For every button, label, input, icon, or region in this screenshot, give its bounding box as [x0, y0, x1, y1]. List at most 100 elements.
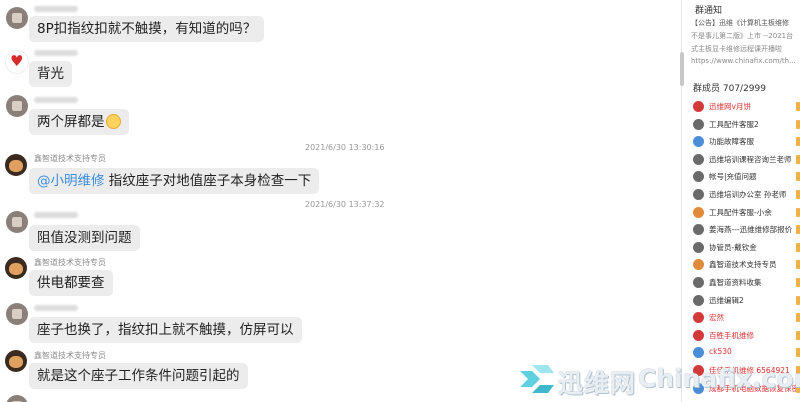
chat-panel: 8P扣指纹扣就不触摸，有知道的吗？ 背光 两个屏都是 2021/6/30 13:…	[0, 0, 680, 402]
member-role-badge	[796, 102, 800, 111]
member-avatar	[693, 206, 704, 218]
group-sidebar: 群通知 【公告】迅维《计算机主板维修 不是事儿第二版》上市 --2021台 式主…	[685, 0, 800, 402]
member-avatar	[693, 171, 704, 183]
member-item[interactable]: 迅维培训课程咨询兰老师	[693, 152, 800, 168]
avatar[interactable]	[6, 95, 28, 117]
member-name: 工具配件客服2	[709, 119, 759, 129]
member-avatar	[693, 153, 704, 165]
message-text: 8P扣指纹扣就不触摸，有知道的吗？	[37, 21, 257, 37]
avatar[interactable]	[5, 350, 27, 372]
message-bubble[interactable]: 背光	[29, 61, 72, 87]
member-item[interactable]: 宏然	[693, 310, 800, 326]
member-item[interactable]: 工具配件客服2	[693, 117, 800, 133]
sender-name-hidden	[34, 305, 78, 311]
member-role-badge	[796, 119, 800, 129]
member-role-badge	[796, 295, 800, 305]
member-item[interactable]: 功能故障客服	[693, 134, 800, 150]
avatar[interactable]	[6, 303, 28, 325]
notice-line: 式主板显卡维修远程课开播啦	[691, 45, 782, 53]
mention-link[interactable]: @小明维修	[37, 173, 105, 189]
member-role-badge	[796, 137, 800, 147]
sender-name-hidden	[34, 50, 78, 56]
sender-name-hidden	[34, 6, 78, 12]
message-bubble[interactable]: 8P扣指纹扣就不触摸，有知道的吗？	[29, 16, 265, 42]
notice-link[interactable]: https://www.chinafix.com/th...	[691, 57, 796, 65]
message-text: 供电都要查	[37, 275, 105, 291]
avatar[interactable]	[6, 211, 28, 233]
member-role-badge	[796, 278, 800, 287]
member-avatar	[693, 294, 704, 306]
member-item[interactable]: 帐号|充值问题	[693, 169, 800, 185]
member-name: 迅维编辑2	[709, 295, 744, 305]
smile-emoji-icon	[105, 114, 121, 129]
avatar[interactable]	[5, 50, 29, 74]
scrollbar-thumb[interactable]	[680, 52, 684, 86]
member-avatar	[693, 241, 704, 253]
member-role-badge	[796, 348, 800, 358]
sender-name-hidden	[34, 212, 78, 218]
chinafix-logo-icon	[520, 365, 554, 393]
member-avatar	[693, 189, 704, 200]
notice-line: 不是事儿第二版》上市 --2021台	[691, 32, 794, 40]
member-name: 姜海燕---迅维维修部报价	[709, 225, 793, 235]
watermark: 迅维网 Chinafix.com	[518, 360, 800, 400]
avatar[interactable]	[5, 154, 27, 176]
member-avatar	[693, 101, 704, 112]
member-item[interactable]: 鑫智道技术支持专员	[693, 257, 800, 273]
watermark-text-en: Chinafix.com	[638, 364, 800, 393]
member-name: 迅维培训办公室 孙老师	[709, 190, 787, 199]
message-bubble[interactable]: 就是这个座子工作条件问题引起的	[29, 363, 248, 389]
member-item[interactable]: 迅维编辑2	[693, 293, 800, 309]
member-name: 功能故障客服	[709, 137, 754, 147]
member-item[interactable]: 迅维培训办公室 孙老师	[693, 187, 800, 203]
member-name: 帐号|充值问题	[709, 172, 757, 182]
member-name: 宏然	[709, 313, 724, 323]
sender-name-hidden	[34, 97, 78, 103]
member-avatar	[693, 277, 704, 288]
timestamp: 2021/6/30 13:37:32	[305, 200, 385, 209]
sender-name: 鑫智道技术支持专员	[34, 154, 106, 163]
member-item[interactable]: ck530	[693, 345, 800, 361]
message-bubble[interactable]: 两个屏都是	[29, 109, 129, 135]
sender-name: 鑫智道技术支持专员	[34, 258, 106, 267]
message-text: 就是这个座子工作条件问题引起的	[37, 368, 240, 384]
member-role-badge	[796, 154, 800, 164]
message-text: 指纹座子对地值座子本身检查一下	[104, 173, 312, 189]
member-item[interactable]: 工具配件客服-小余	[693, 205, 800, 221]
member-count-header: 群成员 707/2999	[693, 84, 766, 94]
member-item[interactable]: 协管员-戴钦金	[693, 240, 800, 256]
member-role-badge	[796, 260, 800, 270]
member-avatar	[693, 259, 704, 271]
member-item[interactable]: 姜海燕---迅维维修部报价	[693, 222, 800, 238]
member-role-badge	[796, 172, 800, 182]
member-name: 迅维培训课程咨询兰老师	[709, 154, 792, 164]
member-name: 工具配件客服-小余	[709, 207, 772, 217]
message-text: 背光	[37, 66, 64, 82]
avatar[interactable]	[6, 395, 28, 402]
member-name: 鑫智道技术支持专员	[709, 260, 777, 270]
member-role-badge	[796, 225, 800, 235]
message-bubble[interactable]: @小明维修 指纹座子对地值座子本身检查一下	[29, 168, 320, 194]
message-bubble[interactable]: 供电都要查	[29, 270, 113, 296]
member-role-badge	[796, 190, 800, 199]
message-bubble[interactable]: 阻值没测到问题	[29, 225, 140, 251]
member-avatar	[693, 224, 704, 236]
watermark-text-cn: 迅维网	[558, 369, 637, 398]
member-avatar	[693, 347, 704, 359]
member-role-badge	[796, 207, 800, 217]
member-name: 迅维网v月饼	[709, 102, 751, 111]
member-role-badge	[796, 330, 800, 340]
member-item[interactable]: 鑫智道资料收集	[693, 275, 800, 291]
avatar[interactable]	[6, 7, 28, 29]
message-text: 座子也换了，指纹扣上就不触摸，仿屏可以	[37, 322, 294, 338]
member-item[interactable]: 百胜手机维修	[693, 328, 800, 344]
sender-name: 鑫智道技术支持专员	[34, 351, 106, 360]
member-item[interactable]: 迅维网v月饼	[693, 99, 800, 115]
timestamp: 2021/6/30 13:30:16	[305, 143, 385, 152]
member-name: 协管员-戴钦金	[709, 242, 757, 252]
avatar[interactable]	[5, 257, 27, 279]
member-name: ck530	[709, 347, 732, 357]
member-avatar	[693, 118, 704, 130]
message-bubble[interactable]: 座子也换了，指纹扣上就不触摸，仿屏可以	[29, 317, 302, 343]
message-text: 两个屏都是	[37, 114, 105, 130]
